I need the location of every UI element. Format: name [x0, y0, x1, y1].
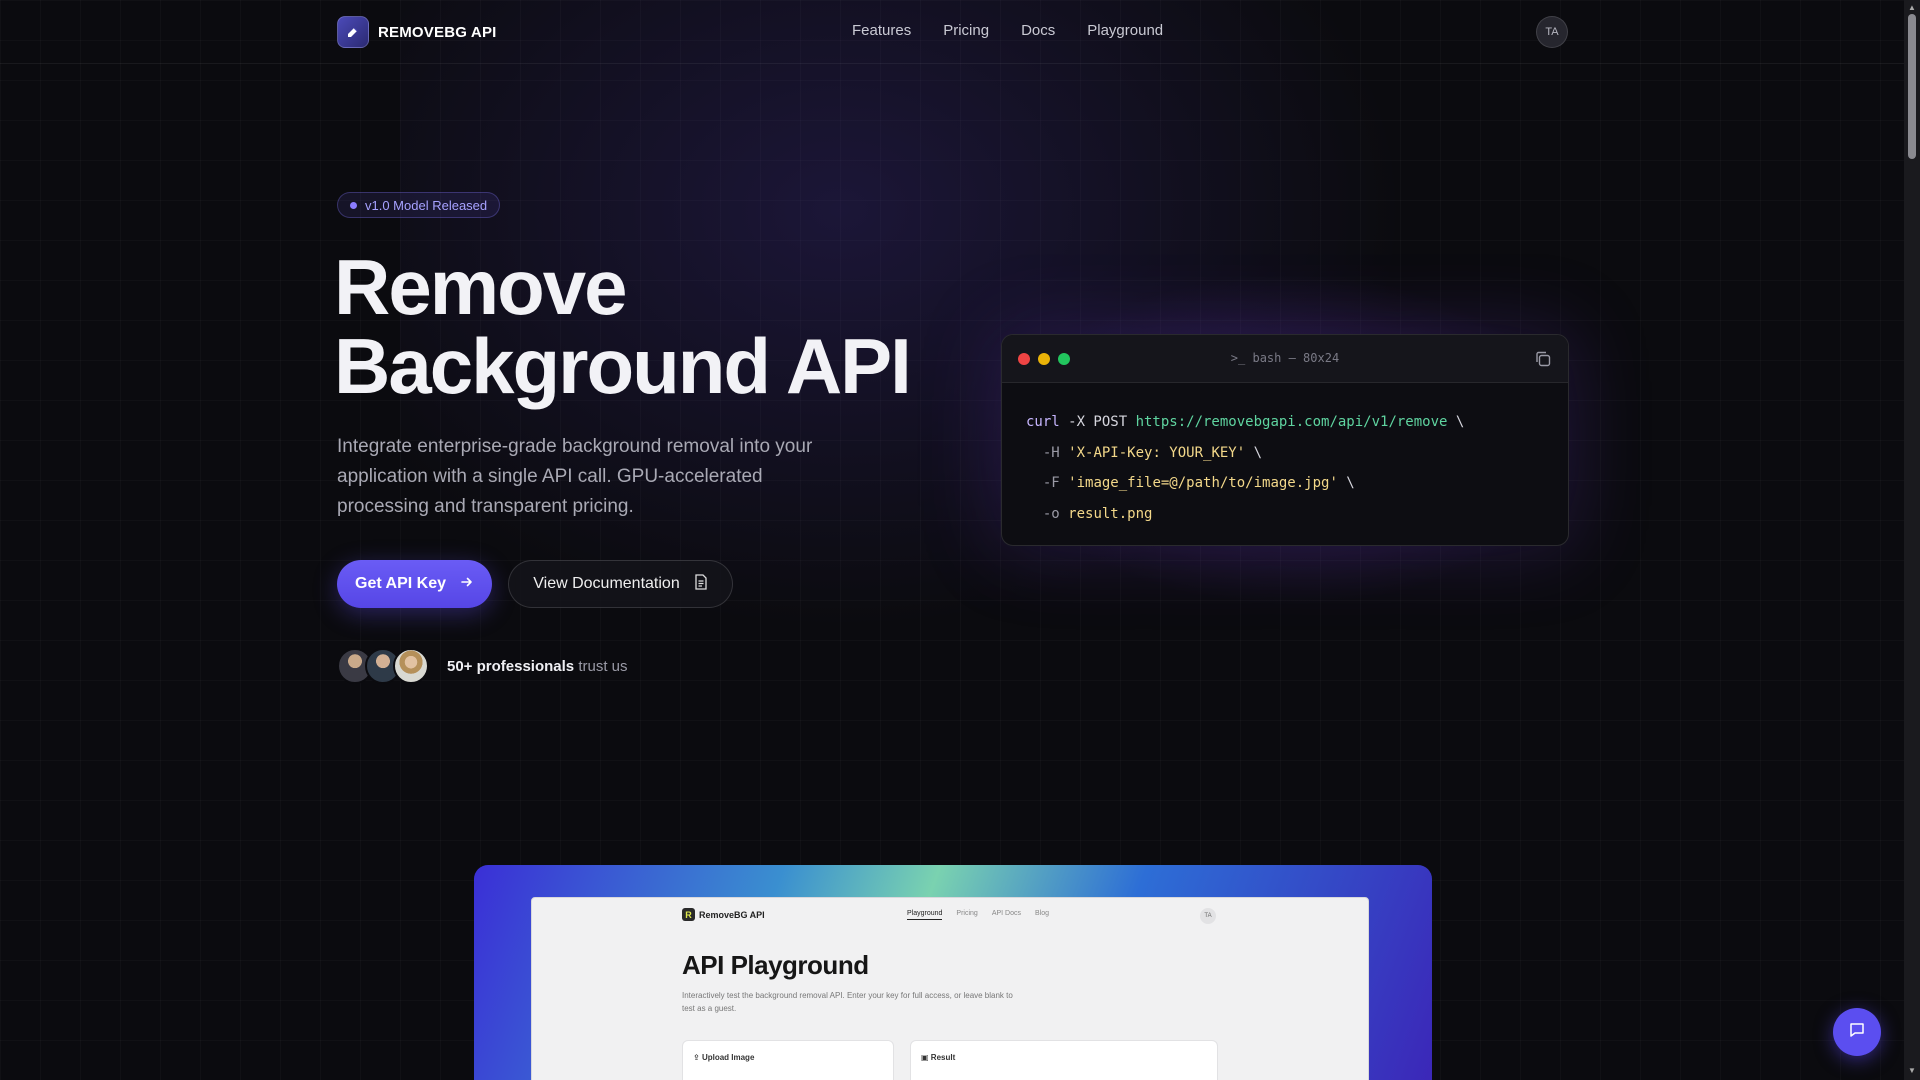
trust-text: 50+ professionals trust us: [447, 658, 628, 675]
terminal-header: >_ bash — 80x24: [1002, 335, 1568, 383]
upload-icon: ⇪: [693, 1053, 700, 1062]
preview-navbar: R RemoveBG API Playground Pricing API Do…: [682, 908, 1222, 928]
chat-support-button[interactable]: [1833, 1008, 1881, 1056]
preview-upload-card: ⇪ Upload Image: [682, 1040, 894, 1080]
preview-nav-links: Playground Pricing API Docs Blog: [907, 910, 1049, 920]
code-line: curl -X POST https://removebgapi.com/api…: [1026, 414, 1465, 430]
preview-brand: R RemoveBG API: [682, 908, 765, 921]
social-proof: 50+ professionals trust us: [337, 648, 628, 684]
get-api-key-label: Get API Key: [355, 575, 446, 592]
hero-title: Remove Background API: [334, 248, 934, 406]
scroll-down-arrow-icon[interactable]: ▼: [1908, 1066, 1916, 1075]
chat-bubble-icon: [1848, 1021, 1866, 1044]
trust-suffix: trust us: [578, 657, 628, 675]
brand[interactable]: REMOVEBG API: [337, 16, 497, 48]
prompt-icon: >_: [1230, 351, 1246, 365]
release-badge[interactable]: v1.0 Model Released: [337, 192, 501, 218]
code-block: curl -X POST https://removebgapi.com/api…: [1002, 383, 1568, 545]
badge-dot-icon: [350, 201, 357, 209]
preview-nav-link: Pricing: [956, 910, 978, 917]
code-terminal: >_ bash — 80x24 curl -X POST https://rem…: [1001, 334, 1569, 546]
view-documentation-button[interactable]: View Documentation: [508, 560, 733, 608]
trust-count: 50+ professionals: [447, 657, 575, 675]
nav-links: Features Pricing Docs Playground: [852, 22, 1163, 39]
avatar-stack: [337, 648, 429, 684]
top-navbar: REMOVEBG API Features Pricing Docs Playg…: [0, 0, 1904, 64]
preview-description: Interactively test the background remova…: [682, 991, 1013, 1013]
preview-upload-label: ⇪ Upload Image: [693, 1053, 755, 1062]
scroll-thumb[interactable]: [1908, 14, 1916, 159]
preview-nav-link: Blog: [1035, 910, 1050, 917]
preview-nav-link: API Docs: [991, 910, 1022, 917]
document-icon: [694, 573, 708, 595]
badge-label: v1.0 Model Released: [365, 197, 488, 213]
preview-nav-link: Playground: [907, 910, 943, 920]
nav-link-features[interactable]: Features: [852, 22, 911, 39]
nav-link-docs[interactable]: Docs: [1021, 22, 1055, 39]
user-avatar[interactable]: TA: [1536, 16, 1568, 48]
preview-logo-icon: R: [682, 908, 695, 921]
preview-avatar: TA: [1200, 908, 1216, 924]
product-preview: R RemoveBG API Playground Pricing API Do…: [474, 865, 1432, 1080]
nav-link-playground[interactable]: Playground: [1087, 22, 1163, 39]
code-line: -H 'X-API-Key: YOUR_KEY' \: [1026, 444, 1263, 461]
preview-screen: R RemoveBG API Playground Pricing API Do…: [531, 897, 1369, 1080]
page-scrollbar[interactable]: ▲ ▼: [1904, 0, 1920, 1080]
nav-link-pricing[interactable]: Pricing: [943, 22, 989, 39]
scroll-up-arrow-icon[interactable]: ▲: [1908, 3, 1916, 12]
preview-brand-name: RemoveBG API: [699, 909, 765, 920]
copy-icon[interactable]: [1534, 350, 1552, 368]
image-icon: ▣: [921, 1053, 929, 1062]
hero-title-line1: Remove: [334, 243, 627, 331]
arrow-right-icon: [460, 575, 474, 594]
terminal-title: >_ bash — 80x24: [1002, 351, 1568, 365]
preview-result-label: ▣ Result: [921, 1053, 956, 1062]
eraser-icon: [337, 16, 369, 48]
code-line: -o result.png: [1026, 505, 1153, 522]
code-line: -F 'image_file=@/path/to/image.jpg' \: [1026, 475, 1355, 491]
brand-name: REMOVEBG API: [378, 23, 497, 41]
hero-subtitle: Integrate enterprise-grade background re…: [337, 436, 813, 517]
terminal-title-text: bash — 80x24: [1252, 351, 1340, 365]
get-api-key-button[interactable]: Get API Key: [337, 560, 492, 608]
preview-result-card: ▣ Result: [910, 1040, 1218, 1080]
avatar: [393, 648, 429, 684]
view-documentation-label: View Documentation: [533, 575, 680, 592]
hero-title-line2: Background API: [334, 322, 912, 410]
preview-title: API Playground: [682, 950, 869, 980]
